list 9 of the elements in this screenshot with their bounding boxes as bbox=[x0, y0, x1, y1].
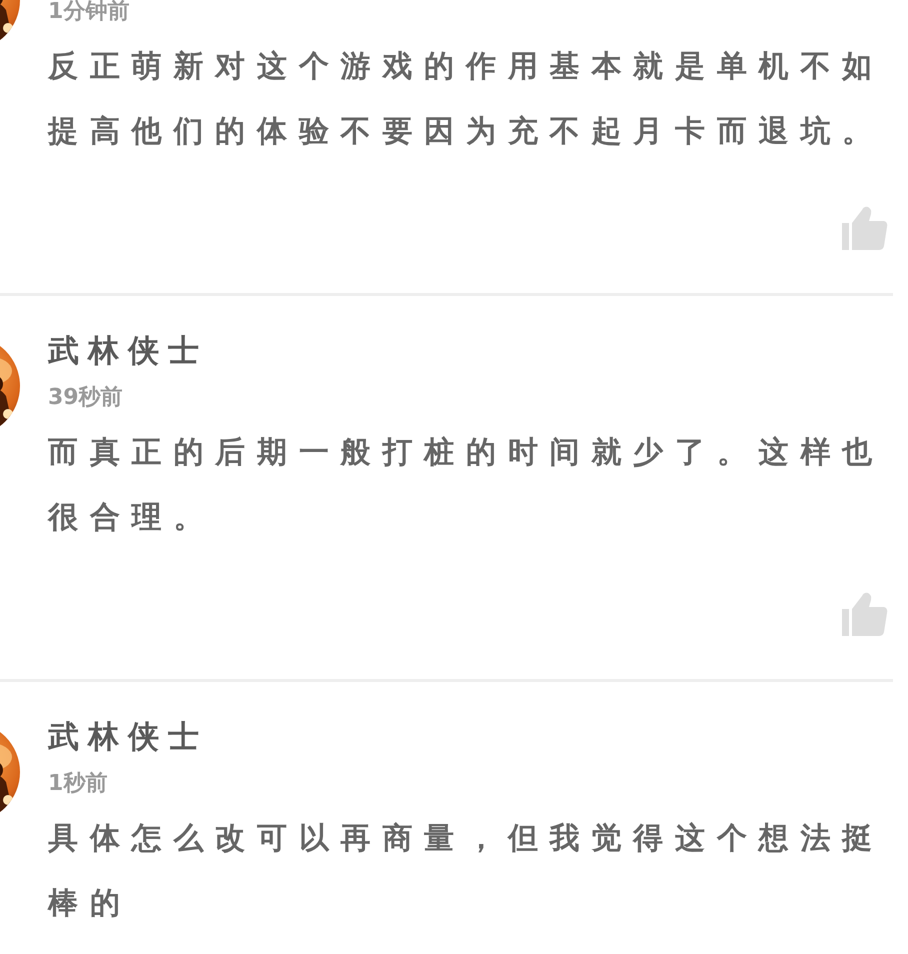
comment-text: 具体怎么改可以再商量，但我觉得这个想法挺棒的 bbox=[48, 820, 885, 923]
comment-text: 反正萌新对这个游戏的作用基本就是单机不如提高他们的体验不要因为充不起月卡而退坑。 bbox=[48, 48, 885, 151]
comment-time: 1秒前 bbox=[48, 770, 108, 798]
comment-text: 而真正的后期一般打桩的时间就少了。这样也很合理。 bbox=[48, 434, 885, 537]
user-name[interactable]: 武林侠士 bbox=[48, 331, 908, 371]
user-name[interactable]: 武林侠士 bbox=[48, 717, 908, 757]
comment-time: 39秒前 bbox=[48, 384, 124, 412]
like-icon[interactable] bbox=[842, 592, 888, 636]
like-icon[interactable] bbox=[842, 206, 888, 250]
